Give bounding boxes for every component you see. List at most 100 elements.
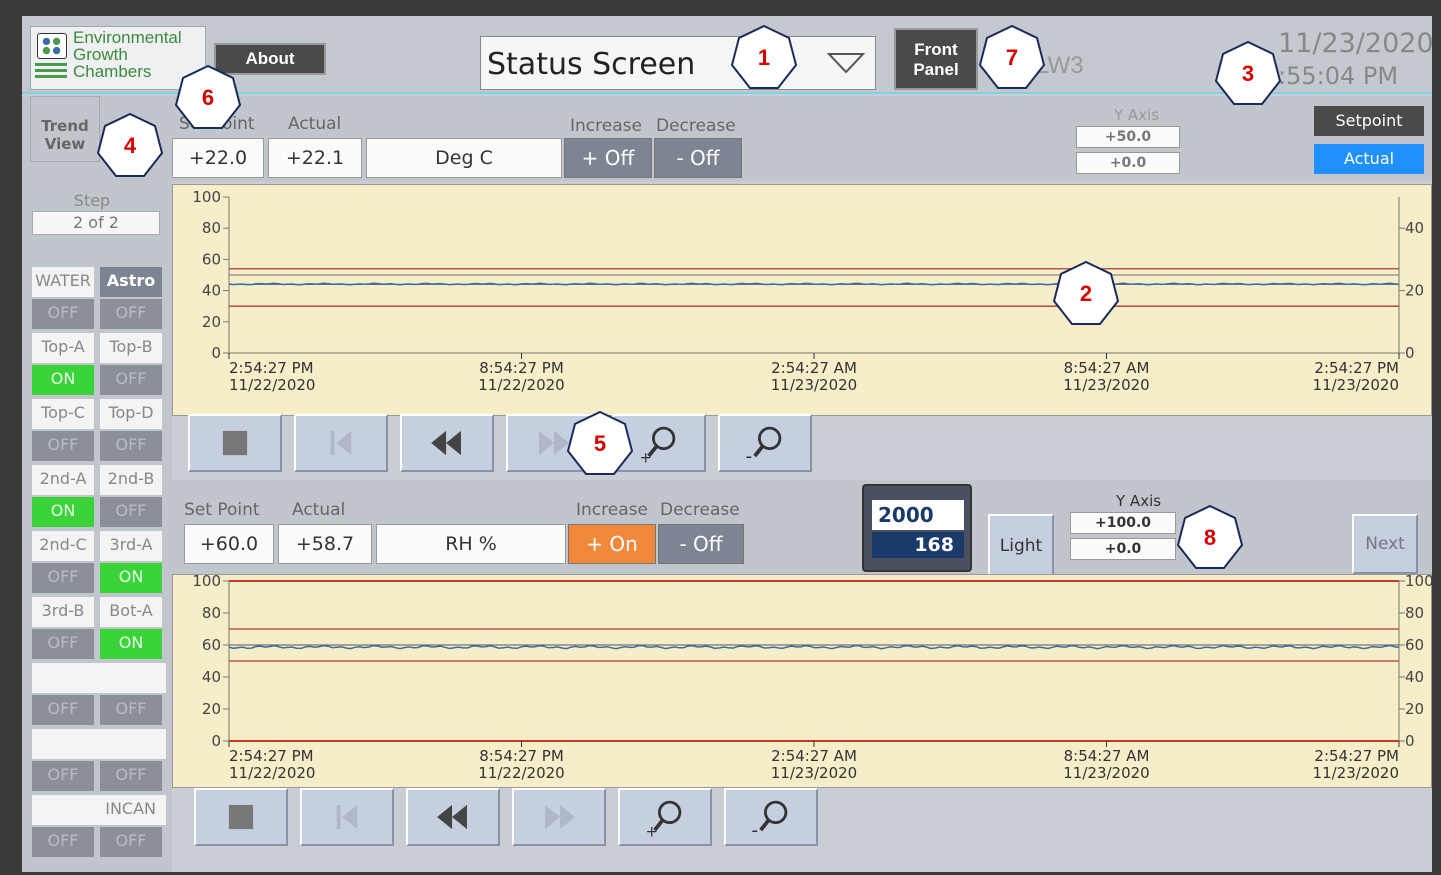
y-right-tick-label: 0	[1405, 344, 1415, 362]
output-state-badge: OFF	[32, 695, 94, 725]
output-state-badge: OFF	[32, 761, 94, 791]
output-label: Top-A	[32, 333, 94, 363]
y-right-tick-label: 0	[1405, 732, 1415, 750]
x-tick-label-time: 8:54:27 PM	[479, 747, 564, 765]
x-tick-label-time: 2:54:27 PM	[229, 747, 314, 765]
zoom-out-button-2[interactable]: -	[724, 788, 818, 846]
x-tick-label-date: 11/22/2020	[229, 376, 315, 394]
y-right-tick-label: 80	[1405, 604, 1424, 622]
x-tick-label-time: 8:54:27 AM	[1064, 359, 1150, 377]
rh-yaxis-min[interactable]: +0.0	[1070, 538, 1176, 560]
x-tick-label-date: 11/22/2020	[229, 764, 315, 782]
temp-setpoint-value[interactable]: +22.0	[172, 138, 264, 178]
light-button[interactable]: Light	[988, 514, 1054, 578]
temp-yaxis-max[interactable]: +50.0	[1076, 126, 1180, 148]
fast-forward-button-2[interactable]	[512, 788, 606, 846]
x-tick-label-time: 2:54:27 PM	[1314, 359, 1399, 377]
step-value: 2 of 2	[32, 211, 160, 235]
chevron-down-icon	[826, 51, 866, 75]
svg-text:-: -	[751, 821, 758, 842]
rh-actual-value: +58.7	[278, 524, 372, 564]
y-right-tick-label: 60	[1405, 636, 1424, 654]
y-tick-label: 40	[202, 668, 221, 686]
output-label: Bot-A	[100, 597, 162, 627]
callout-3: 3	[1214, 40, 1282, 108]
legend-actual-button[interactable]: Actual	[1314, 144, 1424, 174]
output-label: 3rd-A	[100, 531, 162, 561]
rewind-button-2[interactable]	[406, 788, 500, 846]
svg-text:-: -	[745, 447, 752, 468]
logo-stripes-icon	[35, 63, 67, 81]
light-target-value: 2000	[872, 500, 964, 530]
output-state-badge: OFF	[100, 299, 162, 329]
temp-actual-value: +22.1	[268, 138, 362, 178]
x-tick-label-date: 11/23/2020	[771, 764, 857, 782]
callout-8: 8	[1176, 504, 1244, 572]
rh-increase-label: Increase	[576, 500, 648, 520]
output-state-badge: OFF	[100, 827, 162, 857]
output-state-badge: OFF	[32, 431, 94, 461]
temp-increase-label: Increase	[570, 116, 642, 136]
x-tick-label-date: 11/23/2020	[1313, 376, 1399, 394]
y-tick-label: 20	[202, 313, 221, 331]
temperature-chart-svg: 100806040200402002:54:27 PM11/22/20208:5…	[192, 188, 1424, 394]
callout-1: 1	[730, 24, 798, 92]
output-label	[32, 663, 166, 693]
hmi-screen: Environmental Growth Chambers About Stat…	[22, 16, 1432, 872]
zoom-in-button-2[interactable]: +	[618, 788, 712, 846]
y-tick-label: 80	[202, 219, 221, 237]
stop-button[interactable]	[188, 414, 282, 472]
output-label: 3rd-B	[32, 597, 94, 627]
output-label: 2nd-A	[32, 465, 94, 495]
output-label: Top-B	[100, 333, 162, 363]
screen-select-value: Status Screen	[487, 47, 696, 82]
trend-view-button[interactable]: Trend View	[30, 96, 100, 162]
output-state-badge: OFF	[100, 695, 162, 725]
rh-yaxis-max[interactable]: +100.0	[1070, 512, 1176, 534]
light-level-display: 2000 168	[862, 484, 972, 572]
jump-start-button-2[interactable]	[300, 788, 394, 846]
output-label: INCAN	[32, 795, 166, 825]
legend-setpoint-button[interactable]: Setpoint	[1314, 106, 1424, 136]
zoom-out-button[interactable]: -	[718, 414, 812, 472]
stop-button-2[interactable]	[194, 788, 288, 846]
y-tick-label: 60	[202, 636, 221, 654]
y-tick-label: 20	[202, 700, 221, 718]
jump-start-button[interactable]	[294, 414, 388, 472]
callout-7: 7	[978, 24, 1046, 92]
output-state-badge: OFF	[32, 563, 94, 593]
output-state-badge: ON	[100, 629, 162, 659]
date-display: 11/23/2020	[1278, 28, 1432, 59]
light-actual-value: 168	[872, 532, 964, 558]
y-tick-label: 0	[211, 732, 221, 750]
screen-select[interactable]: Status Screen	[480, 36, 876, 90]
output-label: Top-D	[100, 399, 162, 429]
output-state-badge: OFF	[32, 827, 94, 857]
y-right-tick-label: 40	[1405, 219, 1424, 237]
x-tick-label-date: 11/23/2020	[771, 376, 857, 394]
next-button[interactable]: Next	[1352, 514, 1418, 574]
rh-setpoint-value[interactable]: +60.0	[184, 524, 274, 564]
front-panel-label-line2: Panel	[913, 60, 959, 79]
x-tick-label-time: 2:54:27 PM	[229, 359, 314, 377]
output-state-badge: OFF	[32, 629, 94, 659]
rh-increase-status: + On	[568, 524, 656, 564]
svg-text:+: +	[639, 449, 651, 467]
rh-yaxis-label: Y Axis	[1116, 492, 1162, 510]
x-tick-label-time: 2:54:27 AM	[771, 747, 857, 765]
rh-decrease-status: - Off	[658, 524, 744, 564]
output-state-badge: ON	[32, 497, 94, 527]
rh-units: RH %	[376, 524, 566, 564]
output-state-badge: OFF	[100, 365, 162, 395]
rewind-button[interactable]	[400, 414, 494, 472]
output-label	[32, 729, 166, 759]
temp-yaxis-label: Y Axis	[1114, 106, 1160, 124]
front-panel-label-line1: Front	[914, 40, 958, 59]
temperature-trend-chart: 100 80 60 40 20 0 40 20 0 2:54:27 PM 11/22/2020 8:5…	[172, 184, 1432, 416]
front-panel-button[interactable]: Front Panel	[894, 28, 978, 90]
x-tick-label-time: 8:54:27 AM	[1064, 747, 1150, 765]
output-state-badge: OFF	[32, 299, 94, 329]
logo-text: Environmental Growth Chambers	[73, 28, 182, 81]
output-label: Top-C	[32, 399, 94, 429]
temp-yaxis-min[interactable]: +0.0	[1076, 152, 1180, 174]
